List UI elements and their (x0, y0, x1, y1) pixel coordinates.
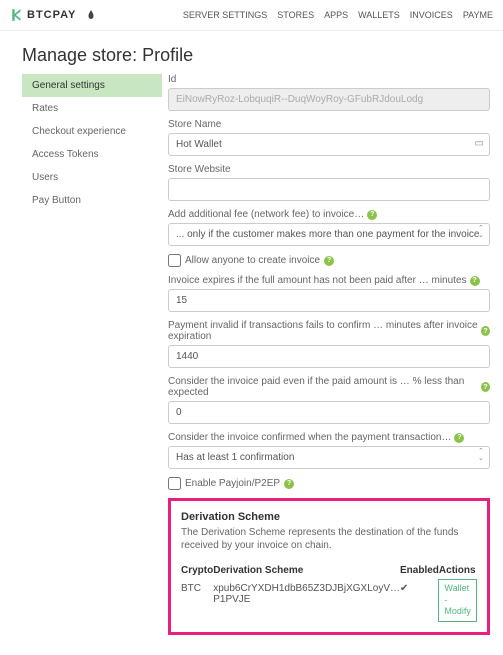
btcpay-logo-icon (10, 8, 24, 22)
paid-even-label: Consider the invoice paid even if the pa… (168, 376, 478, 398)
cell-actions: Wallet - Modify (439, 580, 477, 622)
confirmed-select[interactable]: Has at least 1 confirmation (168, 446, 490, 469)
id-label: Id (168, 74, 490, 85)
th-scheme: Derivation Scheme (213, 562, 400, 580)
nav-wallets[interactable]: WALLETS (358, 10, 400, 20)
nav-server-settings[interactable]: SERVER SETTINGS (183, 10, 267, 20)
help-icon[interactable]: ? (481, 326, 490, 336)
sidebar-item-tokens[interactable]: Access Tokens (22, 143, 162, 166)
allow-anyone-checkbox[interactable] (168, 254, 181, 267)
store-name-label: Store Name (168, 119, 490, 130)
brand-text: BTCPAY (27, 9, 76, 21)
network-fee-select[interactable]: ... only if the customer makes more than… (168, 223, 490, 246)
invalid-label: Payment invalid if transactions fails to… (168, 320, 478, 342)
help-icon[interactable]: ? (324, 256, 334, 266)
network-fee-label: Add additional fee (network fee) to invo… (168, 209, 364, 220)
nav-invoices[interactable]: INVOICES (410, 10, 453, 20)
sidebar-item-rates[interactable]: Rates (22, 97, 162, 120)
allow-anyone-label: Allow anyone to create invoice (185, 255, 320, 266)
expires-label: Invoice expires if the full amount has n… (168, 275, 467, 286)
help-icon[interactable]: ? (454, 433, 464, 443)
store-website-label: Store Website (168, 164, 490, 175)
top-nav: SERVER SETTINGS STORES APPS WALLETS INVO… (183, 10, 493, 20)
table-row: BTC xpub6CrYXDH1dbB65Z3DJBjXGXLoyV…P1PVJ… (181, 580, 476, 622)
page-title: Manage store: Profile (0, 31, 503, 74)
payjoin-checkbox[interactable] (168, 477, 181, 490)
nav-stores[interactable]: STORES (277, 10, 314, 20)
paid-even-input[interactable] (168, 401, 490, 424)
derivation-scheme-box: Derivation Scheme The Derivation Scheme … (168, 498, 490, 635)
modify-link[interactable]: Modify (444, 606, 471, 618)
help-icon[interactable]: ? (481, 382, 490, 392)
help-icon[interactable]: ? (367, 210, 377, 220)
cell-crypto: BTC (181, 580, 213, 622)
confirmed-label: Consider the invoice confirmed when the … (168, 432, 451, 443)
th-actions: Actions (439, 562, 477, 580)
help-icon[interactable]: ? (284, 479, 294, 489)
derivation-desc: The Derivation Scheme represents the des… (181, 526, 477, 552)
payjoin-label: Enable Payjoin/P2EP (185, 478, 280, 489)
help-icon[interactable]: ? (470, 276, 480, 286)
sidebar-item-general[interactable]: General settings (22, 74, 162, 97)
derivation-title: Derivation Scheme (181, 511, 477, 523)
expires-input[interactable] (168, 289, 490, 312)
nav-payme[interactable]: PAYME (463, 10, 493, 20)
invalid-input[interactable] (168, 345, 490, 368)
brand[interactable]: BTCPAY (10, 8, 97, 22)
contact-icon: ▭ (474, 138, 483, 149)
id-input (168, 88, 490, 111)
nav-apps[interactable]: APPS (324, 10, 348, 20)
th-enabled: Enabled (400, 562, 439, 580)
sidebar-item-checkout[interactable]: Checkout experience (22, 120, 162, 143)
th-crypto: Crypto (181, 562, 213, 580)
cell-scheme: xpub6CrYXDH1dbB65Z3DJBjXGXLoyV…P1PVJE (213, 580, 400, 622)
derivation-table: Crypto Derivation Scheme Enabled Actions… (181, 562, 477, 622)
sidebar: General settings Rates Checkout experien… (22, 74, 162, 635)
cell-enabled: ✔ (400, 580, 439, 622)
wallet-link[interactable]: Wallet - (444, 583, 471, 606)
store-name-input[interactable] (168, 133, 490, 156)
store-website-input[interactable] (168, 178, 490, 201)
chain-icon (85, 8, 97, 22)
sidebar-item-users[interactable]: Users (22, 166, 162, 189)
sidebar-item-paybutton[interactable]: Pay Button (22, 189, 162, 212)
